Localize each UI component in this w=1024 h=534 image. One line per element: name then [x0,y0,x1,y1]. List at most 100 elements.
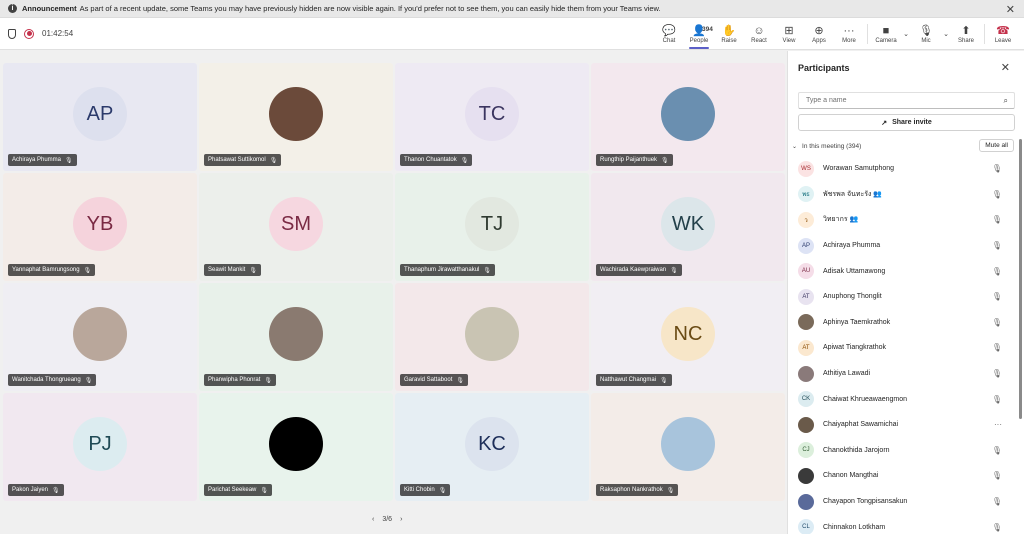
chat-button[interactable]: 💬 Chat [654,18,684,50]
smile-icon: ☺ [753,24,765,37]
avatar: TC [465,87,519,141]
camera-button[interactable]: ■ Camera [871,18,901,50]
participant-name: Chanokthida Jarojorn [823,446,890,454]
participant-tile[interactable]: KC Kitti Chobin 🎙 [395,393,589,501]
people-button[interactable]: 👤 394 People [684,18,714,50]
close-icon[interactable]: ✕ [1001,61,1010,74]
chevron-down-icon: ⌄ [792,143,798,150]
more-icon[interactable]: ··· [994,420,1002,429]
share-button[interactable]: ⬆ Share [951,18,981,50]
avatar [661,417,715,471]
participant-tile[interactable]: AP Achiraya Phumma 🎙 [3,63,197,171]
raise-hand-button[interactable]: ✋ Raise [714,18,744,50]
participant-row[interactable]: ว วิทยากร 👥 🎙 [788,207,1018,233]
participant-row[interactable]: Aphinya Taemkrathok 🎙 [788,310,1018,336]
participant-row[interactable]: WS Worawan Samutphong 🎙 [788,156,1018,182]
more-button[interactable]: ··· More [834,18,864,50]
avatar-initials: KC [478,432,506,455]
participant-name: Apiwat Tiangkrathok [823,344,887,352]
mic-off-icon: 🎙 [991,343,1002,353]
participant-tile[interactable]: Garavid Sattaboot 🎙 [395,283,589,391]
participant-name: Yannaphat Bamrungsong [12,267,80,273]
participant-tile[interactable]: YB Yannaphat Bamrungsong 🎙 [3,173,197,281]
participants-panel: Participants ✕ Type a name ⌕ ↗ Share inv… [787,51,1024,534]
apps-button[interactable]: ⊕ Apps [804,18,834,50]
announcement-label: Announcement [22,4,77,13]
meeting-timer: 01:42:54 [42,29,74,38]
hand-icon: ✋ [722,24,736,37]
participant-name: Natthawut Changmai [600,377,657,383]
react-button[interactable]: ☺ React [744,18,774,50]
participant-row[interactable]: CK Chaiwat Khrueawaengmon 🎙 [788,386,1018,412]
video-grid: AP Achiraya Phumma 🎙 Phatsawat Suttikomol 🎙 T… [3,63,785,502]
chevron-down-icon[interactable]: ⌄ [941,30,951,38]
participant-tile[interactable]: Parichat Seekeaw 🎙 [199,393,393,501]
participant-tile[interactable]: TJ Thanaphum Jirawatthanakul 🎙 [395,173,589,281]
participant-row[interactable]: Chanon Mangthai 🎙 [788,463,1018,489]
mic-off-icon: 🎙 [460,157,469,164]
participant-name-tag: Pakon Jaiyen 🎙 [8,484,64,496]
participant-tile[interactable]: PJ Pakon Jaiyen 🎙 [3,393,197,501]
participant-row[interactable]: CJ Chanokthida Jarojorn 🎙 [788,438,1018,464]
avatar: AP [798,237,814,254]
participant-tile[interactable]: Phatsawat Suttikomol 🎙 [199,63,393,171]
participant-name-tag: Rungthip Paijanthuek 🎙 [596,154,673,166]
participant-tile[interactable]: Raksaphon Nankrathok 🎙 [591,393,785,501]
chevron-right-icon[interactable]: › [400,516,402,523]
participant-tile[interactable]: SM Seawit Mankit 🎙 [199,173,393,281]
chevron-down-icon[interactable]: ⌄ [901,30,911,38]
scrollbar[interactable] [1019,139,1022,419]
share-screen-icon: ⬆ [961,24,971,37]
participant-name: Chanon Mangthai [823,472,879,480]
mic-off-icon: 🎙 [661,157,669,164]
mic-off-icon: 🎙 [660,377,668,384]
participant-name-tag: Wanitchada Thongrueang 🎙 [8,374,97,386]
mic-off-icon: 🎙 [52,487,60,494]
participant-row[interactable]: AU Adisak Uttamawong 🎙 [788,258,1018,284]
leave-button[interactable]: ☎ Leave [988,18,1018,50]
participant-name-tag: Kitti Chobin 🎙 [400,484,451,496]
page-indicator: 3/6 [382,516,393,523]
mic-off-icon: 🎙 [264,377,272,384]
shield-icon[interactable] [8,28,16,39]
mic-off-icon: 🎙 [991,266,1002,276]
share-invite-button[interactable]: ↗ Share invite [798,114,1015,131]
avatar [269,417,323,471]
mic-off-icon: 🎙 [991,522,1002,532]
participant-tile[interactable]: WK Wachirada Kaewpraiwan 🎙 [591,173,785,281]
grid-icon: ⊞ [784,24,794,37]
chevron-left-icon[interactable]: ‹ [372,516,374,523]
mic-off-icon: 🎙 [456,377,464,384]
search-input[interactable]: Type a name ⌕ [798,92,1015,109]
mute-all-button[interactable]: Mute all [979,139,1014,152]
participant-name-tag: Phanwipha Phonrat 🎙 [204,374,276,386]
mic-off-icon: 🎙 [260,487,268,494]
participant-row[interactable]: AT Anuphong Thonglit 🎙 [788,284,1018,310]
search-icon: ⌕ [1003,96,1008,105]
view-button[interactable]: ⊞ View [774,18,804,50]
participant-name: Garavid Sattaboot [404,377,453,383]
participant-tile[interactable]: Rungthip Paijanthuek 🎙 [591,63,785,171]
avatar: AT [798,288,814,305]
avatar-initials: YB [86,212,114,235]
close-icon[interactable]: ✕ [1006,3,1015,16]
participant-tile[interactable]: NC Natthawut Changmai 🎙 [591,283,785,391]
in-meeting-section[interactable]: ⌄ In this meeting (394) Mute all [792,139,1018,153]
mic-off-icon: 🎙 [84,377,93,384]
participant-row[interactable]: AP Achiraya Phumma 🎙 [788,233,1018,259]
participant-name: Achiraya Phumma [12,157,62,163]
participant-tile[interactable]: Wanitchada Thongrueang 🎙 [3,283,197,391]
recording-icon [24,28,34,39]
mic-button[interactable]: 🎙 Mic [911,18,941,50]
participant-row[interactable]: พธ พัชรพล จันทะรัง 👥 🎙 [788,182,1018,208]
participant-row[interactable]: Chaiyaphat Sawamichai ··· [788,412,1018,438]
participant-tile[interactable]: Phanwipha Phonrat 🎙 [199,283,393,391]
avatar: AP [73,87,127,141]
participant-tile[interactable]: TC Thanon Chuantatok 🎙 [395,63,589,171]
participant-row[interactable]: Chayapon Tongpisansakun 🎙 [788,489,1018,515]
participant-row[interactable]: Athitiya Lawadi 🎙 [788,361,1018,387]
avatar [798,365,814,382]
participant-row[interactable]: AT Apiwat Tiangkrathok 🎙 [788,335,1018,361]
participant-row[interactable]: CL Chinnakon Lotkham 🎙 [788,514,1018,534]
avatar: KC [465,417,519,471]
